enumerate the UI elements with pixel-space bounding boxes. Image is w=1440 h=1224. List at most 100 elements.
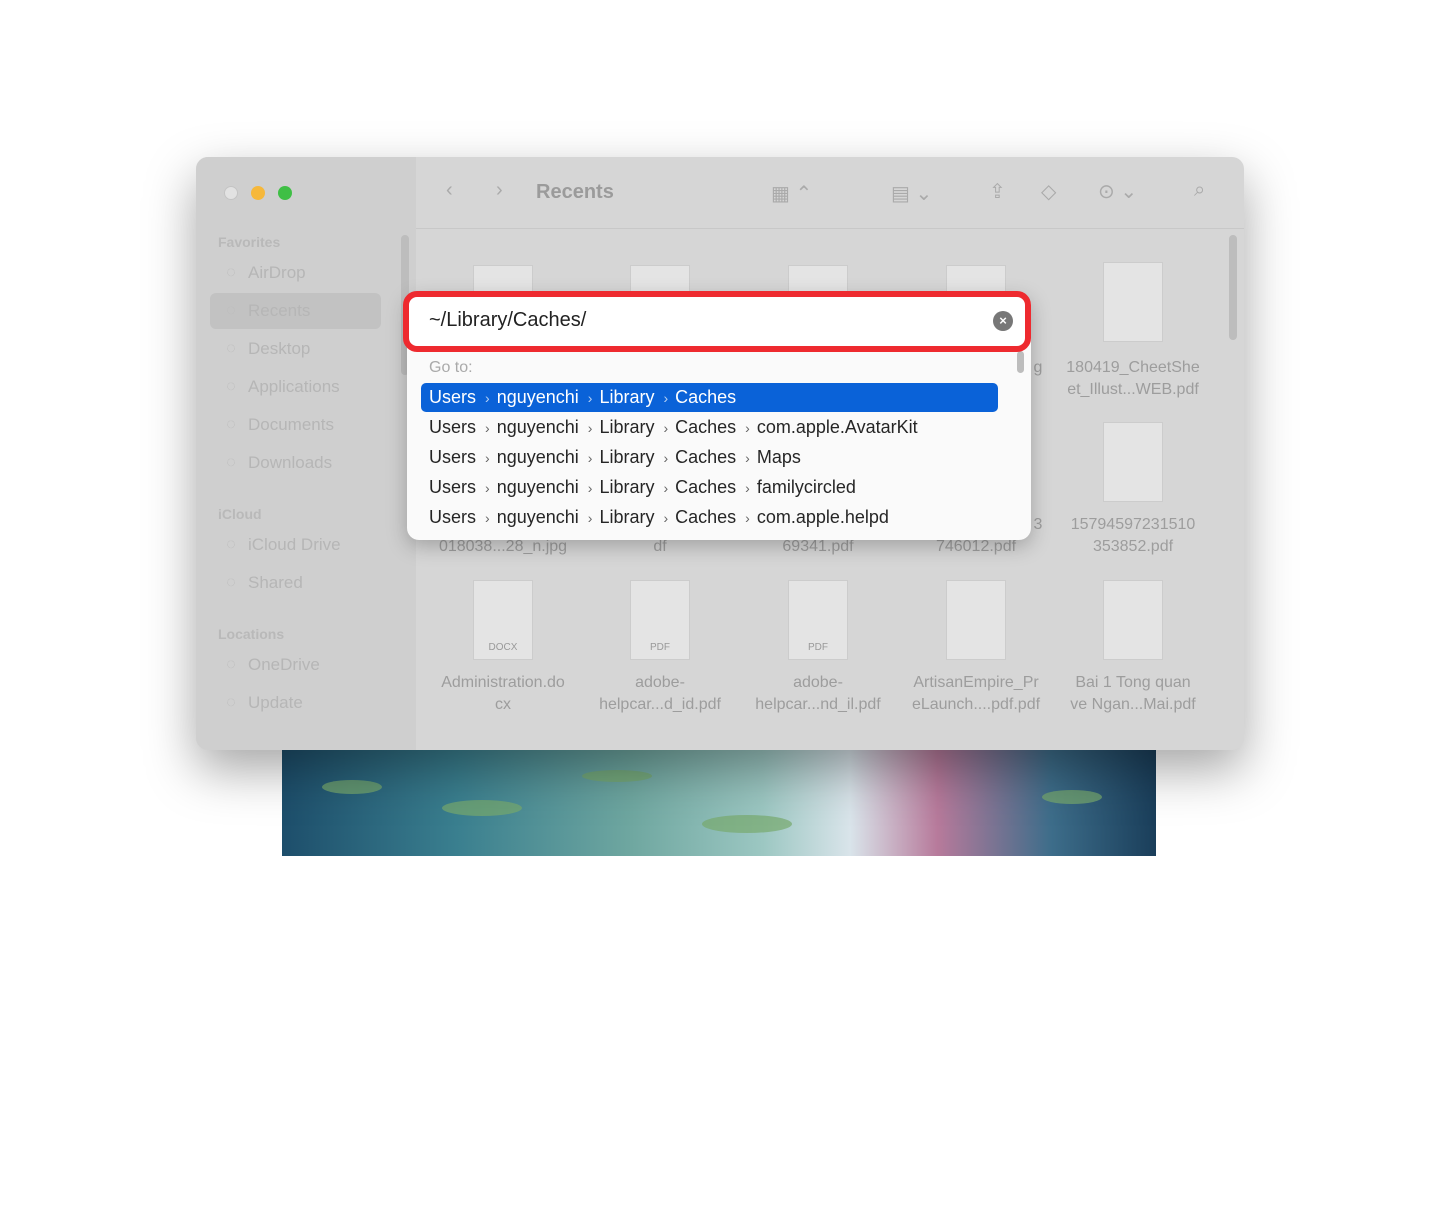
- file-name[interactable]: ArtisanEmpire_Pr eLaunch....pdf.pdf: [901, 672, 1051, 716]
- cloud-icon: ◌: [226, 656, 236, 673]
- sidebar-item-recents[interactable]: ◌ Recents: [210, 293, 381, 329]
- path-segment: Users: [429, 387, 477, 407]
- path-segment: Caches: [675, 447, 737, 467]
- path-segment: Users: [429, 477, 477, 497]
- file-thumbnail[interactable]: [946, 580, 1006, 660]
- sidebar-item-airdrop[interactable]: ◌ AirDrop: [210, 255, 381, 291]
- clock-icon: ◌: [226, 302, 236, 319]
- chevron-right-icon: ›: [485, 479, 490, 496]
- suggestion-row[interactable]: Users › nguyenchi › Library › Caches › com.apple…: [421, 503, 998, 532]
- path-segment: nguyenchi: [496, 447, 579, 467]
- chevron-right-icon: ›: [663, 389, 669, 406]
- sidebar-item-documents[interactable]: ◌ Documents: [210, 407, 381, 443]
- view-grid-icon[interactable]: ▦ ⌃: [771, 181, 812, 206]
- airdrop-icon: ◌: [226, 264, 236, 281]
- chevron-right-icon: ›: [745, 449, 750, 466]
- file-name[interactable]: 180419_CheetShe et_Illust...WEB.pdf: [1058, 357, 1208, 401]
- chevron-right-icon: ›: [663, 419, 669, 436]
- path-segment: Library: [599, 417, 655, 437]
- chevron-right-icon: ›: [587, 419, 593, 436]
- file-thumbnail[interactable]: PDF: [788, 580, 848, 660]
- sidebar-item-label: Shared: [248, 573, 303, 592]
- path-segment: Users: [429, 447, 477, 467]
- sidebar-section-label: iCloud: [218, 506, 262, 522]
- chevron-right-icon: ›: [587, 389, 593, 406]
- minimize-button[interactable]: [251, 186, 265, 200]
- chevron-right-icon: ›: [745, 479, 750, 496]
- path-segment: com.apple.helpd: [756, 507, 889, 527]
- zoom-button[interactable]: [278, 186, 292, 200]
- chevron-right-icon: ›: [587, 509, 593, 526]
- sidebar-item-label: Recents: [248, 301, 311, 320]
- drive-icon: ◌: [226, 694, 236, 711]
- path-segment: Caches: [675, 477, 737, 497]
- path-segment: nguyenchi: [496, 507, 579, 527]
- sidebar-section-label: Locations: [218, 626, 285, 642]
- path-input-value[interactable]: ~/Library/Caches/: [429, 309, 586, 332]
- sidebar-item-label: iCloud Drive: [248, 535, 341, 554]
- file-type-badge: DOCX: [488, 642, 518, 653]
- document-icon: ◌: [226, 416, 236, 433]
- window-title: Recents: [536, 181, 614, 203]
- chevron-right-icon: ›: [587, 449, 593, 466]
- download-icon: ◌: [226, 454, 236, 471]
- chevron-right-icon: ›: [663, 449, 669, 466]
- search-icon[interactable]: ⌕: [1194, 179, 1205, 202]
- content-scrollbar[interactable]: [1229, 235, 1237, 340]
- file-name[interactable]: Bai 1 Tong quan ve Ngan...Mai.pdf: [1058, 672, 1208, 716]
- group-icon[interactable]: ▤ ⌄: [891, 181, 932, 206]
- path-segment: Library: [599, 507, 655, 527]
- sidebar-item-label: OneDrive: [248, 655, 320, 674]
- background-painting: [282, 740, 1156, 856]
- forward-icon[interactable]: ›: [496, 179, 503, 202]
- path-segment: Caches: [675, 417, 737, 437]
- sidebar-item-desktop[interactable]: ◌ Desktop: [210, 331, 381, 367]
- file-thumbnail[interactable]: [1103, 580, 1163, 660]
- path-segment: Caches: [675, 507, 737, 527]
- chevron-right-icon: ›: [485, 449, 490, 466]
- chevron-right-icon: ›: [663, 479, 669, 496]
- sidebar-item-update[interactable]: ◌ Update: [210, 685, 381, 721]
- share-icon[interactable]: ⇪: [989, 179, 1006, 204]
- sidebar-item-applications[interactable]: ◌ Applications: [210, 369, 381, 405]
- toolbar: ‹ › Recents ▦ ⌃ ▤ ⌄ ⇪ ◇ ⊙ ⌄ ⌕: [416, 157, 1244, 229]
- file-name[interactable]: 15794597231510 353852.pdf: [1058, 514, 1208, 558]
- chevron-right-icon: ›: [587, 479, 593, 496]
- chevron-right-icon: ›: [663, 509, 669, 526]
- file-name[interactable]: adobe- helpcar...d_id.pdf: [585, 672, 735, 716]
- path-segment: Library: [599, 477, 655, 497]
- chevron-right-icon: ›: [745, 509, 750, 526]
- chevron-right-icon: ›: [745, 419, 750, 436]
- sidebar-item-label: Documents: [248, 415, 334, 434]
- suggestion-row[interactable]: Users › nguyenchi › Library › Caches › Maps: [421, 443, 998, 472]
- file-thumbnail[interactable]: [1103, 422, 1163, 502]
- sidebar-item-label: Applications: [248, 377, 340, 396]
- file-name[interactable]: adobe- helpcar...nd_il.pdf: [743, 672, 893, 716]
- path-segment: Caches: [675, 387, 737, 407]
- close-button[interactable]: [224, 186, 238, 200]
- tag-icon[interactable]: ◇: [1041, 179, 1056, 204]
- sidebar: Favorites ◌ AirDrop ◌ Recents ◌ Desktop ◌ Applic…: [196, 157, 416, 750]
- suggestion-row[interactable]: Users › nguyenchi › Library › Caches › com.apple…: [421, 413, 998, 442]
- file-thumbnail[interactable]: DOCX: [473, 580, 533, 660]
- sidebar-item-downloads[interactable]: ◌ Downloads: [210, 445, 381, 481]
- path-segment: familycircled: [756, 477, 856, 497]
- chevron-right-icon: ›: [485, 389, 490, 406]
- path-input[interactable]: ~/Library/Caches/ ×: [403, 291, 1031, 352]
- sidebar-item-shared[interactable]: ◌ Shared: [210, 565, 381, 601]
- file-name-partial: g: [1033, 359, 1043, 376]
- clear-icon[interactable]: ×: [993, 311, 1013, 331]
- path-segment: nguyenchi: [496, 417, 579, 437]
- back-icon[interactable]: ‹: [446, 179, 453, 202]
- sidebar-item-icloud-drive[interactable]: ◌ iCloud Drive: [210, 527, 381, 563]
- suggestions-scrollbar[interactable]: [1017, 351, 1024, 373]
- suggestion-row[interactable]: Users › nguyenchi › Library › Caches: [421, 383, 998, 412]
- sidebar-item-label: Update: [248, 693, 303, 712]
- file-thumbnail[interactable]: [1103, 262, 1163, 342]
- suggestion-row[interactable]: Users › nguyenchi › Library › Caches › familycir…: [421, 473, 998, 502]
- file-thumbnail[interactable]: PDF: [630, 580, 690, 660]
- more-icon[interactable]: ⊙ ⌄: [1098, 179, 1137, 204]
- path-segment: nguyenchi: [496, 477, 579, 497]
- file-name[interactable]: Administration.do cx: [428, 672, 578, 716]
- sidebar-item-onedrive[interactable]: ◌ OneDrive: [210, 647, 381, 683]
